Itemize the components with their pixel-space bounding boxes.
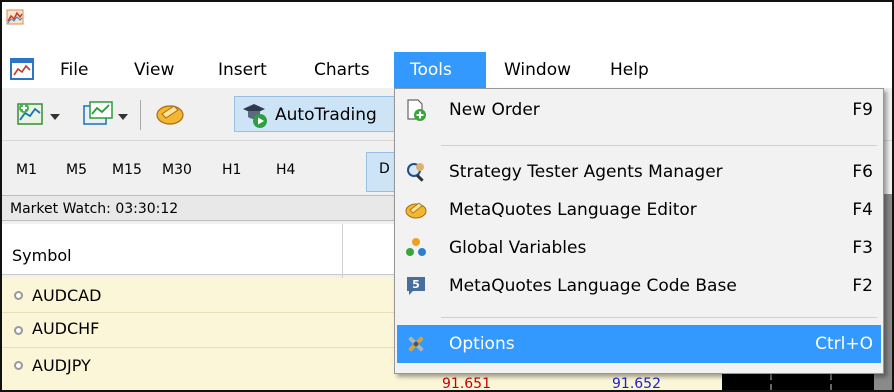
symbol-status-icon — [14, 326, 23, 335]
bid-price: 91.651 — [442, 376, 491, 392]
metaeditor-toolbar-icon[interactable] — [154, 100, 186, 128]
menu-item-label: New Order — [449, 100, 540, 120]
new-order-icon — [407, 99, 426, 121]
menu-item-shortcut: F3 — [852, 238, 873, 258]
menu-window[interactable]: Window — [492, 52, 583, 88]
app-logo-icon — [6, 9, 24, 25]
ask-price: 91.652 — [612, 376, 661, 392]
timeframe-m30[interactable]: M30 — [162, 162, 192, 178]
menu-file[interactable]: File — [48, 52, 100, 88]
new-chart-dropdown-icon[interactable] — [50, 114, 60, 120]
autotrading-icon — [243, 104, 267, 128]
menu-item-label: Global Variables — [449, 238, 587, 258]
autotrading-button[interactable]: AutoTrading — [234, 96, 404, 132]
menu-insert[interactable]: Insert — [206, 52, 279, 88]
menu-item-shortcut: F4 — [852, 200, 873, 220]
code-base-icon: 5 — [407, 277, 425, 295]
metaeditor-icon — [405, 202, 427, 219]
menu-item-label: Strategy Tester Agents Manager — [449, 162, 723, 182]
tools-dropdown-menu: New Order F9 Strategy Tester Agents Mana… — [394, 88, 884, 374]
menu-item-metaeditor[interactable]: MetaQuotes Language Editor F4 — [397, 191, 881, 229]
menu-item-agents-manager[interactable]: Strategy Tester Agents Manager F6 — [397, 153, 881, 191]
toolbar-separator — [140, 100, 141, 130]
menu-item-shortcut: F6 — [852, 162, 873, 182]
timeframe-m5[interactable]: M5 — [66, 162, 87, 178]
agents-manager-icon — [407, 163, 424, 182]
menu-item-code-base[interactable]: 5 MetaQuotes Language Code Base F2 — [397, 267, 881, 305]
menu-charts[interactable]: Charts — [302, 52, 382, 88]
options-icon — [408, 336, 424, 352]
timeframe-m1[interactable]: M1 — [16, 162, 37, 178]
svg-text:5: 5 — [412, 278, 420, 291]
metatrader-window: File View Insert Charts Tools Window Hel… — [0, 0, 894, 392]
timeframe-h4[interactable]: H4 — [276, 162, 295, 178]
menu-item-label: MetaQuotes Language Editor — [449, 200, 697, 220]
menu-tools[interactable]: Tools — [394, 52, 486, 88]
autotrading-label: AutoTrading — [275, 105, 377, 125]
profiles-dropdown-icon[interactable] — [118, 114, 128, 120]
menu-item-label: MetaQuotes Language Code Base — [449, 276, 737, 296]
menu-item-global-variables[interactable]: Global Variables F3 — [397, 229, 881, 267]
symbol-name: AUDCHF — [32, 319, 100, 338]
menu-help[interactable]: Help — [598, 52, 661, 88]
symbol-name: AUDJPY — [32, 356, 91, 375]
menu-item-options[interactable]: Options Ctrl+O — [397, 325, 881, 363]
title-bar — [2, 2, 892, 52]
menu-item-shortcut: F9 — [852, 100, 873, 120]
new-chart-icon[interactable] — [16, 100, 46, 128]
menu-item-shortcut: Ctrl+O — [815, 334, 873, 354]
chart-window-icon[interactable] — [10, 58, 34, 80]
symbol-status-icon — [14, 361, 23, 370]
column-header-symbol[interactable]: Symbol — [12, 246, 72, 265]
timeframe-h1[interactable]: H1 — [222, 162, 241, 178]
menu-item-label: Options — [449, 334, 515, 354]
menu-separator — [441, 145, 877, 146]
symbol-status-icon — [14, 291, 23, 300]
menu-separator — [441, 317, 877, 318]
menu-item-new-order[interactable]: New Order F9 — [397, 91, 881, 129]
menu-item-shortcut: F2 — [852, 276, 873, 296]
profiles-icon[interactable] — [82, 100, 114, 128]
timeframe-m15[interactable]: M15 — [112, 162, 142, 178]
symbol-name: AUDCAD — [32, 286, 102, 305]
menu-view[interactable]: View — [122, 52, 186, 88]
global-variables-icon — [406, 238, 426, 256]
